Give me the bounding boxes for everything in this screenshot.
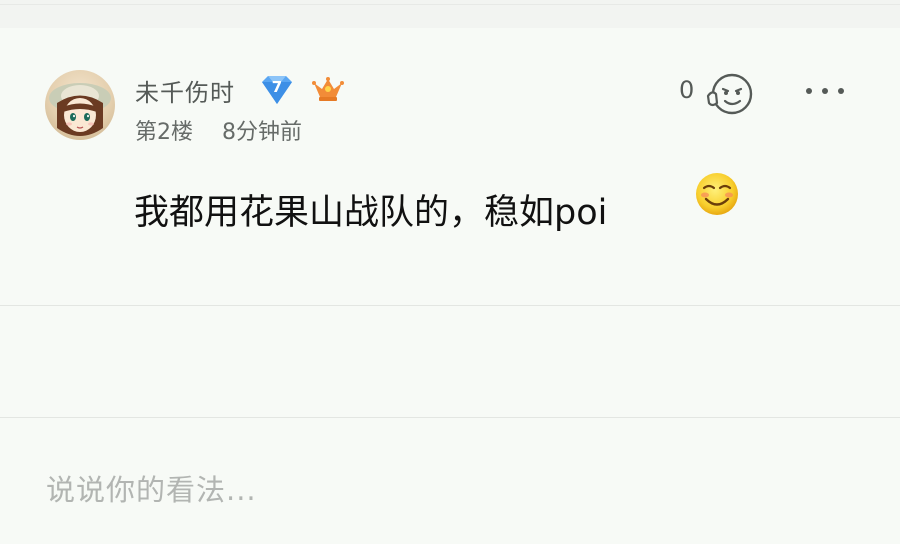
vip-badge [311, 75, 345, 105]
more-dot-2 [822, 88, 828, 94]
top-line [0, 4, 900, 5]
more-dot-3 [838, 88, 844, 94]
user-avatar[interactable] [45, 70, 115, 140]
top-separator [0, 0, 900, 29]
comment-card: 未千伤时 7 第2楼 8分钟前 0 我都用花果山战队的，稳如poi [0, 28, 900, 306]
comment-content: 我都用花果山战队的，稳如poi [134, 193, 608, 233]
vip-crown-icon [312, 77, 344, 101]
post-time: 8分钟前 [222, 120, 302, 145]
more-dot-1 [806, 88, 812, 94]
like-count: 0 [679, 76, 695, 104]
like-face-icon [706, 73, 753, 115]
avatar-image [49, 83, 111, 136]
empty-area [0, 306, 900, 417]
comment-placeholder: 说说你的看法... [46, 473, 257, 507]
floor-number: 第2楼 [135, 120, 193, 145]
smile-emoji [693, 170, 741, 218]
level-badge: 7 [257, 74, 297, 106]
username[interactable]: 未千伤时 [135, 73, 235, 108]
smile-emoji-icon [696, 173, 738, 215]
level-number: 7 [271, 78, 283, 96]
more-button[interactable] [800, 78, 850, 106]
like-button[interactable] [704, 70, 756, 118]
